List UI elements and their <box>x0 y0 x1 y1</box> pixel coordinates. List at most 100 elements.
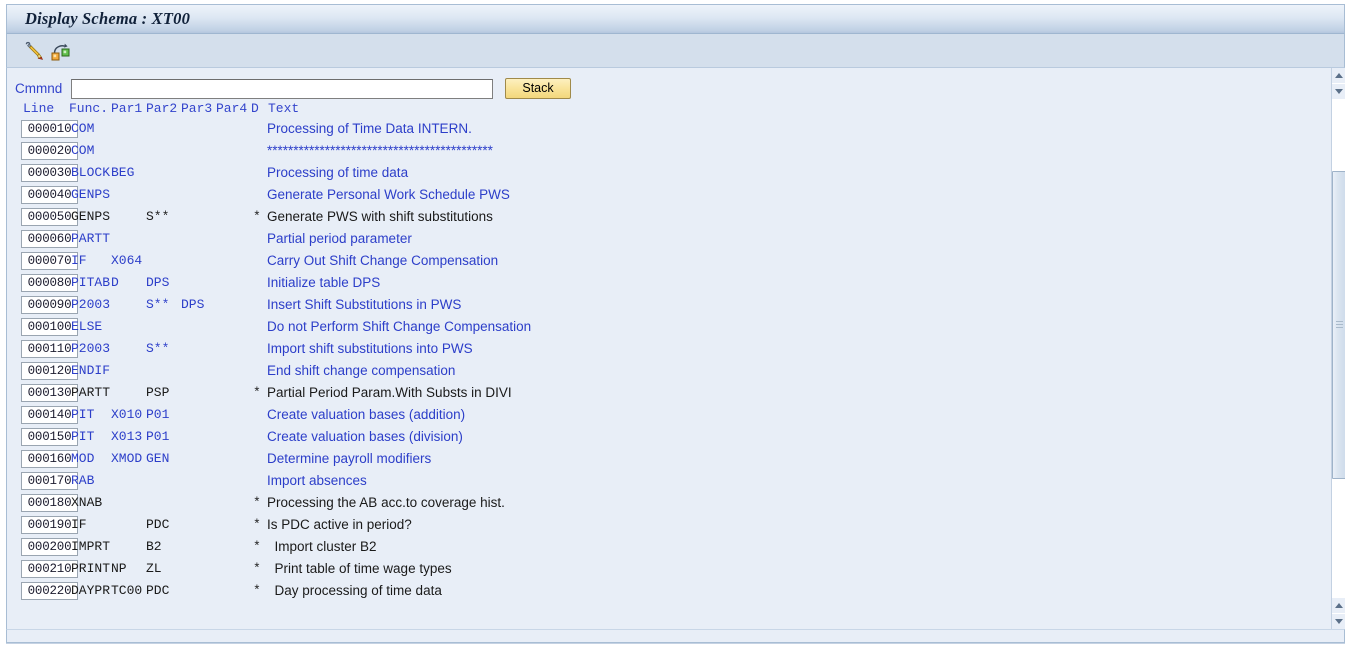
cell-d: * <box>253 517 261 532</box>
scroll-down-button-top[interactable] <box>1332 84 1346 99</box>
table-row[interactable]: 000100 ELSE Do not Perform Shift Change Co… <box>7 317 1344 339</box>
table-row[interactable]: 000040 GENPS Generate Personal Work Schedu… <box>7 185 1344 207</box>
cell-par2: P01 <box>146 407 170 422</box>
table-row[interactable]: 000170 RAB Import absences <box>7 471 1344 493</box>
command-input[interactable] <box>71 78 493 99</box>
vertical-scrollbar[interactable] <box>1331 68 1346 629</box>
cell-par2: S** <box>146 209 170 224</box>
table-row[interactable]: 000200 IMPRT B2 * Import cluster B2 <box>7 537 1344 559</box>
table-row[interactable]: 000120 ENDIF End shift change compensation <box>7 361 1344 383</box>
scrollbar-thumb[interactable] <box>1332 170 1346 479</box>
cell-text: Import shift substitutions into PWS <box>267 341 473 356</box>
line-number-field[interactable]: 000100 <box>21 318 78 336</box>
line-number-field[interactable]: 000140 <box>21 406 78 424</box>
table-row[interactable]: 000030 BLOCK BEG Processing of time data <box>7 163 1344 185</box>
table-row[interactable]: 000090 P2003 S** DPS Insert Shift Substituti… <box>7 295 1344 317</box>
cell-func: PARTT <box>71 385 111 400</box>
line-number-field[interactable]: 000020 <box>21 142 78 160</box>
line-number-field[interactable]: 000170 <box>21 472 78 490</box>
table-row[interactable]: 000080 PITAB D DPS Initialize table DPS <box>7 273 1344 295</box>
cell-par1: D <box>111 275 119 290</box>
table-row[interactable]: 000150 PIT X013 P01 Create valuation bases (… <box>7 427 1344 449</box>
cell-func: P2003 <box>71 341 111 356</box>
table-row[interactable]: 000180 XNAB * Processing the AB acc.to cove… <box>7 493 1344 515</box>
cell-par1: BEG <box>111 165 135 180</box>
table-row[interactable]: 000070 IF X064 Carry Out Shift Change Compe… <box>7 251 1344 273</box>
cell-text: ****************************************… <box>267 143 493 158</box>
table-row[interactable]: 000160 MOD XMOD GEN Determine payroll modifi… <box>7 449 1344 471</box>
cell-text: Processing of time data <box>267 165 409 180</box>
line-number-field[interactable]: 000030 <box>21 164 78 182</box>
line-number-field[interactable]: 000190 <box>21 516 78 534</box>
line-number-field[interactable]: 000160 <box>21 450 78 468</box>
sap-display-schema-window: Display Schema : XT00 © www.tutorial <box>0 0 1355 647</box>
cell-par2: S** <box>146 297 170 312</box>
triangle-down-icon <box>1335 89 1343 94</box>
table-row[interactable]: 000220 DAYPR TC00 PDC * Day processing of ti… <box>7 581 1344 603</box>
line-number-field[interactable]: 000220 <box>21 582 78 600</box>
scroll-up-button-top[interactable] <box>1332 68 1346 83</box>
line-number-field[interactable]: 000050 <box>21 208 78 226</box>
column-header-text: Text <box>268 101 300 116</box>
column-header-par2: Par2 <box>146 101 178 116</box>
application-toolbar: © www.tutorialkart.com <box>6 34 1345 96</box>
cell-func: IF <box>71 253 87 268</box>
stack-button[interactable]: Stack <box>505 78 571 99</box>
cell-func: PITAB <box>71 275 111 290</box>
cell-par1: X064 <box>111 253 143 268</box>
cell-text: Determine payroll modifiers <box>267 451 432 466</box>
page-title: Display Schema : XT00 <box>25 9 191 28</box>
table-row[interactable]: 000010 COM Processing of Time Data INTERN. <box>7 119 1344 141</box>
line-number-field[interactable]: 000150 <box>21 428 78 446</box>
scroll-up-button-bottom[interactable] <box>1332 598 1346 613</box>
line-number-field[interactable]: 000210 <box>21 560 78 578</box>
cell-par1: X013 <box>111 429 143 444</box>
cell-par2: PDC <box>146 517 170 532</box>
cell-d: * <box>253 539 261 554</box>
line-number-field[interactable]: 000120 <box>21 362 78 380</box>
table-row[interactable]: 000130 PARTT PSP * Partial Period Param.With… <box>7 383 1344 405</box>
table-row[interactable]: 000190 IF PDC * Is PDC active in period? <box>7 515 1344 537</box>
line-number-field[interactable]: 000080 <box>21 274 78 292</box>
scroll-down-button-bottom[interactable] <box>1332 614 1346 629</box>
cell-text: Create valuation bases (addition) <box>267 407 466 422</box>
cell-func: IMPRT <box>71 539 111 554</box>
command-label: Cmmnd <box>15 81 63 96</box>
cell-par2: ZL <box>146 561 162 576</box>
line-number-field[interactable]: 000040 <box>21 186 78 204</box>
cell-par2: P01 <box>146 429 170 444</box>
table-row[interactable]: 000210 PRINT NP ZL * Print table of time wag… <box>7 559 1344 581</box>
column-header-par4: Par4 <box>216 101 248 116</box>
line-number-field[interactable]: 000200 <box>21 538 78 556</box>
cell-func: COM <box>71 121 95 136</box>
schema-grid: Line Func. Par1 Par2 Par3 Par4 D Text 00… <box>7 101 1344 603</box>
cell-func: MOD <box>71 451 95 466</box>
cell-func: ENDIF <box>71 363 111 378</box>
line-number-field[interactable]: 000180 <box>21 494 78 512</box>
cell-par2: DPS <box>146 275 170 290</box>
table-row[interactable]: 000060 PARTT Partial period parameter <box>7 229 1344 251</box>
line-number-field[interactable]: 000130 <box>21 384 78 402</box>
window-title-bar: Display Schema : XT00 <box>6 4 1345 34</box>
grid-rows: 000010 COM Processing of Time Data INTERN.… <box>7 119 1344 603</box>
cell-func: PRINT <box>71 561 111 576</box>
grip-dots-icon <box>1335 321 1343 329</box>
column-header-par1: Par1 <box>111 101 143 116</box>
table-row[interactable]: 000020 COM *******************************… <box>7 141 1344 163</box>
table-row[interactable]: 000110 P2003 S** Import shift substitutions… <box>7 339 1344 361</box>
cell-text: Processing of Time Data INTERN. <box>267 121 472 136</box>
edit-pencil-icon[interactable] <box>23 40 45 62</box>
line-number-field[interactable]: 000090 <box>21 296 78 314</box>
structure-hierarchy-icon[interactable] <box>49 40 71 62</box>
line-number-field[interactable]: 000070 <box>21 252 78 270</box>
line-number-field[interactable]: 000110 <box>21 340 78 358</box>
line-number-field[interactable]: 000010 <box>21 120 78 138</box>
cell-d: * <box>253 385 261 400</box>
cell-par2: PDC <box>146 583 170 598</box>
table-row[interactable]: 000050 GENPS S** * Generate PWS with shift s… <box>7 207 1344 229</box>
command-row: Cmmnd Stack <box>15 78 571 99</box>
bottom-strip <box>6 629 1345 643</box>
table-row[interactable]: 000140 PIT X010 P01 Create valuation bases (… <box>7 405 1344 427</box>
line-number-field[interactable]: 000060 <box>21 230 78 248</box>
cell-text: Partial Period Param.With Substs in DIVI <box>267 385 512 400</box>
